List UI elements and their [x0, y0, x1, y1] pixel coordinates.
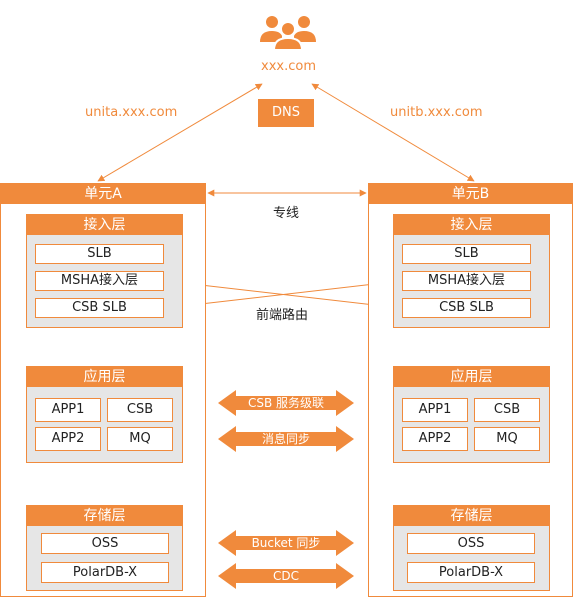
unit-b-mq: MQ [474, 427, 540, 451]
unit-a-access-title: 接入层 [27, 215, 182, 235]
unit-b-msha-access: MSHA接入层 [402, 271, 531, 291]
unit-a-csb-slb: CSB SLB [35, 298, 164, 318]
csb-cascade-label: CSB 服务级联 [247, 396, 325, 410]
unit-b-csb-slb: CSB SLB [402, 298, 531, 318]
unit-b-title: 单元B [369, 184, 572, 204]
dns-to-unit-a-line [97, 83, 263, 182]
unit-b-storage-title: 存储层 [394, 506, 549, 526]
dedicated-line-label: 专线 [273, 206, 300, 221]
unit-a-slb: SLB [35, 244, 164, 264]
unit-b-app1: APP1 [402, 398, 468, 422]
unit-a-title: 单元A [1, 184, 205, 204]
unit-a-app-title: 应用层 [27, 367, 182, 387]
unit-a-app2: APP2 [35, 427, 101, 451]
domain-label: xxx.com [261, 59, 316, 74]
unit-b-oss: OSS [407, 533, 535, 554]
unit-a-storage-title: 存储层 [27, 506, 182, 526]
unit-a-msha-access: MSHA接入层 [35, 271, 164, 291]
unit-a-polardb: PolarDB-X [41, 562, 169, 583]
unit-b-csb: CSB [474, 398, 540, 422]
unit-b-access-title: 接入层 [394, 215, 549, 235]
unit-b-slb: SLB [402, 244, 531, 264]
dns-box: DNS [258, 99, 314, 127]
unit-a-app1: APP1 [35, 398, 101, 422]
unit-a-oss: OSS [41, 533, 169, 554]
unit-b-app2: APP2 [402, 427, 468, 451]
unit-b-domain-label: unitb.xxx.com [390, 105, 483, 120]
unit-a-mq: MQ [107, 427, 173, 451]
bucket-sync-label: Bucket 同步 [251, 536, 321, 550]
dns-to-unit-b-line [311, 83, 475, 182]
users-icon [258, 12, 318, 52]
unit-b-polardb: PolarDB-X [407, 562, 535, 583]
unit-a-domain-label: unita.xxx.com [85, 105, 178, 120]
message-sync-label: 消息同步 [261, 432, 310, 446]
cdc-label: CDC [273, 569, 299, 583]
unit-a-csb: CSB [107, 398, 173, 422]
frontend-route-label: 前端路由 [256, 308, 309, 323]
unit-b-app-title: 应用层 [394, 367, 549, 387]
